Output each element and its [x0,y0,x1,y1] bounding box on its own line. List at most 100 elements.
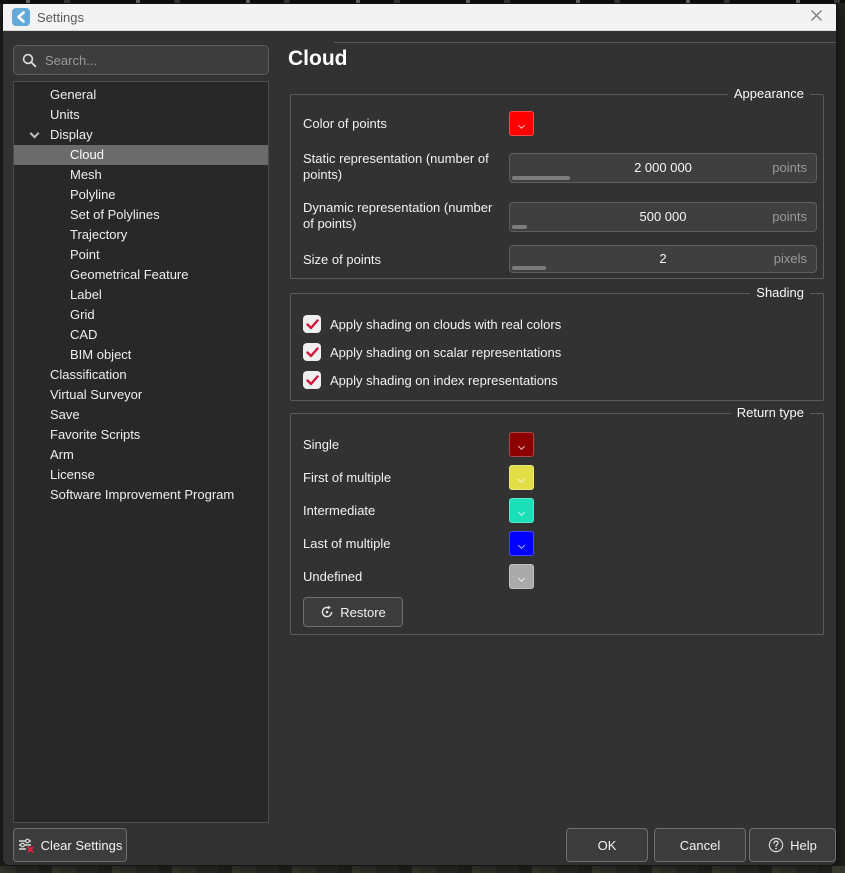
return-type-group-title: Return type [731,405,810,420]
sidebar-item-label: Units [50,107,80,122]
ok-button[interactable]: OK [566,828,648,862]
sidebar-item-label: Mesh [70,167,102,182]
sidebar-item-label: CAD [70,327,97,342]
appearance-group-title: Appearance [728,86,810,101]
sidebar-item-polyline[interactable]: Polyline [14,185,268,205]
sidebar-item-classification[interactable]: Classification [14,365,268,385]
shading-group-title: Shading [750,285,810,300]
sidebar-item-label: Cloud [70,147,104,162]
shading-group: Shading Apply shading on clouds with rea… [290,293,824,401]
size-of-points-input[interactable]: 2 pixels [509,245,817,273]
close-button[interactable] [805,6,827,28]
dynamic-representation-input[interactable]: 500 000 points [509,202,817,232]
intermediate-color-swatch[interactable] [509,498,534,523]
window-title: Settings [37,10,84,25]
first-of-multiple-color-swatch[interactable] [509,465,534,490]
help-label: Help [790,838,817,853]
sidebar-item-cloud[interactable]: Cloud [14,145,268,165]
static-representation-input[interactable]: 2 000 000 points [509,153,817,183]
sidebar-item-software-improvement-program[interactable]: Software Improvement Program [14,485,268,505]
sidebar-item-set-of-polylines[interactable]: Set of Polylines [14,205,268,225]
sidebar-item-trajectory[interactable]: Trajectory [14,225,268,245]
sidebar-item-favorite-scripts[interactable]: Favorite Scripts [14,425,268,445]
chevron-down-icon [518,476,525,483]
intermediate-label: Intermediate [303,503,503,519]
chevron-down-icon [518,575,525,582]
sidebar-item-general[interactable]: General [14,85,268,105]
restore-label: Restore [340,605,386,620]
checkmark-icon [306,319,319,330]
sidebar-item-label[interactable]: Label [14,285,268,305]
sidebar-item-cad[interactable]: CAD [14,325,268,345]
sidebar-item-label: Save [50,407,80,422]
checkmark-icon [306,347,319,358]
first-of-multiple-label: First of multiple [303,470,503,486]
sidebar-item-label: General [50,87,96,102]
app-logo-icon [12,8,30,26]
sidebar-item-display[interactable]: Display [14,125,268,145]
cancel-label: Cancel [680,838,720,853]
sidebar-item-license[interactable]: License [14,465,268,485]
shading-index-label: Apply shading on index representations [330,373,558,388]
clear-settings-label: Clear Settings [41,838,123,853]
dynamic-representation-unit: points [772,203,807,229]
clear-settings-button[interactable]: Clear Settings [13,828,127,862]
chevron-down-icon [518,443,525,450]
sidebar-item-units[interactable]: Units [14,105,268,125]
chevron-down-icon[interactable] [30,129,40,139]
ok-label: OK [598,838,617,853]
search-input[interactable] [45,53,260,68]
close-icon [810,9,823,25]
sidebar-item-label: Set of Polylines [70,207,160,222]
sidebar-item-virtual-surveyor[interactable]: Virtual Surveyor [14,385,268,405]
settings-tree: General Units Display Cloud Mesh Polyline Set … [13,81,269,823]
sidebar-item-arm[interactable]: Arm [14,445,268,465]
size-of-points-label: Size of points [303,252,503,268]
size-of-points-value: 2 [510,246,816,270]
sidebar-item-geometrical-feature[interactable]: Geometrical Feature [14,265,268,285]
cancel-button[interactable]: Cancel [654,828,746,862]
background-app-bottom-edge [0,866,845,873]
dynamic-representation-value: 500 000 [510,203,816,229]
shading-index-checkbox[interactable] [303,371,321,389]
single-color-swatch[interactable] [509,432,534,457]
static-representation-unit: points [772,154,807,180]
sidebar-item-label: Point [70,247,100,262]
shading-real-colors-label: Apply shading on clouds with real colors [330,317,561,332]
sidebar-item-bim-object[interactable]: BIM object [14,345,268,365]
color-of-points-label: Color of points [303,116,503,132]
sidebar-item-label: Virtual Surveyor [50,387,142,402]
sidebar-item-label: Favorite Scripts [50,427,140,442]
restore-icon [320,605,334,619]
shading-real-colors-checkbox[interactable] [303,315,321,333]
static-representation-label: Static representation (number of points) [303,151,503,183]
undefined-color-swatch[interactable] [509,564,534,589]
help-button[interactable]: Help [749,828,836,862]
title-bar: Settings [3,4,836,31]
sidebar-item-mesh[interactable]: Mesh [14,165,268,185]
shading-scalar-row: Apply shading on scalar representations [303,343,561,361]
sidebar-item-label: Display [50,127,93,142]
sidebar-item-label: Label [70,287,102,302]
sidebar-item-label: Grid [70,307,95,322]
sidebar-item-label: Software Improvement Program [50,487,234,502]
size-of-points-unit: pixels [774,246,807,270]
slider-fill [512,225,527,229]
restore-button[interactable]: Restore [303,597,403,627]
sidebar-item-save[interactable]: Save [14,405,268,425]
shading-scalar-checkbox[interactable] [303,343,321,361]
chevron-down-icon [518,542,525,549]
return-type-group: Return type Single First of multiple Int… [290,413,824,635]
search-box [13,45,269,75]
sidebar-item-label: License [50,467,95,482]
color-of-points-swatch[interactable] [509,111,534,136]
slider-fill [512,266,546,270]
clear-settings-icon [18,837,35,853]
sidebar-item-label: BIM object [70,347,131,362]
sidebar-item-grid[interactable]: Grid [14,305,268,325]
sidebar-item-point[interactable]: Point [14,245,268,265]
single-label: Single [303,437,503,453]
last-of-multiple-color-swatch[interactable] [509,531,534,556]
appearance-group: Appearance Color of points Static repres… [290,94,824,279]
undefined-label: Undefined [303,569,503,585]
